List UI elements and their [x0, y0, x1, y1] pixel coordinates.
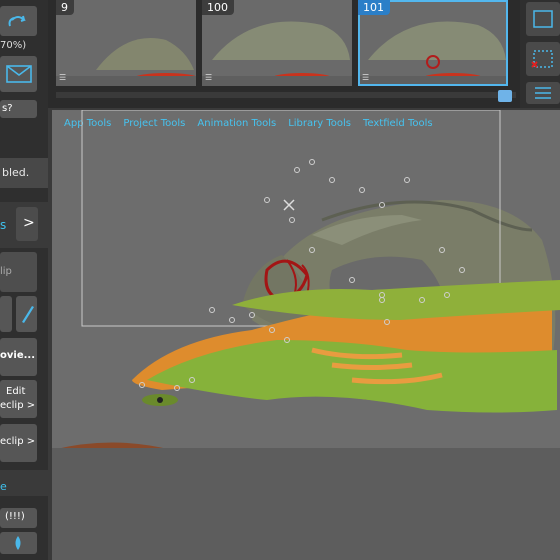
right-tool-panel: [520, 0, 560, 108]
frame-number: 101: [358, 0, 390, 15]
edit-button-line1: Edit: [6, 386, 26, 397]
section-label: e: [0, 480, 7, 493]
scroll-thumb[interactable]: [498, 90, 512, 102]
warning-text: (!!!): [5, 511, 25, 522]
envelope-button[interactable]: [0, 56, 37, 92]
next-arrow-button[interactable]: >: [16, 207, 38, 241]
align-icon: [535, 87, 551, 99]
frame-thumbnail-selected[interactable]: 101 ☰: [358, 0, 508, 86]
clip-field-text: lip: [0, 266, 12, 277]
animation-stage[interactable]: App Tools Project Tools Animation Tools …: [52, 110, 560, 560]
edit-movieclip-button[interactable]: Edit eclip >: [0, 380, 37, 418]
transform-cross: [283, 199, 295, 211]
movie-button[interactable]: ovie...: [0, 338, 37, 376]
status-strip: bled.: [0, 158, 48, 188]
movieclip-button[interactable]: eclip >: [0, 424, 37, 462]
pencil-icon: [22, 306, 34, 323]
frame-thumbnail[interactable]: 9 ☰: [56, 0, 196, 86]
left-tool-panel: 70%) s? bled. s > lip ovie... Edit eclip…: [0, 0, 48, 560]
envelope-icon: [6, 65, 32, 83]
align-button[interactable]: [526, 82, 560, 104]
bottom-tool-button[interactable]: [0, 532, 37, 554]
tab-label[interactable]: s: [0, 218, 6, 232]
droplet-icon: [15, 536, 21, 550]
delete-frame-icon: [531, 50, 553, 68]
movieclip-button-label: eclip >: [0, 436, 36, 447]
delete-button[interactable]: [0, 296, 12, 332]
frame-number: 9: [56, 0, 74, 15]
pencil-button[interactable]: [16, 296, 37, 332]
frame-icon: ☰: [205, 73, 212, 82]
undo-button[interactable]: [0, 6, 37, 36]
timeline-scrollbar[interactable]: [56, 90, 516, 102]
frame-tool-button[interactable]: [526, 2, 560, 36]
next-arrow-label: >: [23, 215, 35, 231]
delete-frame-button[interactable]: [526, 42, 560, 76]
warning-button[interactable]: (!!!): [0, 508, 37, 528]
section-strip: e: [0, 470, 48, 496]
question-label: s?: [2, 103, 13, 114]
question-button[interactable]: s?: [0, 100, 37, 118]
frame-thumbnail[interactable]: 100 ☰: [202, 0, 352, 86]
copy-icon: [533, 10, 553, 28]
frame-number: 100: [202, 0, 234, 15]
tab-strip: s >: [0, 202, 48, 248]
frame-icon: ☰: [59, 73, 66, 82]
clip-field[interactable]: lip: [0, 252, 37, 292]
edit-button-line2: eclip >: [0, 400, 36, 411]
stage-floor: [52, 448, 560, 560]
movie-button-label: ovie...: [0, 350, 35, 361]
redo-icon: [8, 15, 26, 27]
frame-preview: ☰: [56, 38, 196, 86]
frame-icon: ☰: [362, 73, 369, 82]
zoom-label: 70%): [0, 40, 27, 51]
status-text: bled.: [2, 166, 30, 179]
timeline-strip: 9 ☰ 100 ☰ 101 ☰: [48, 0, 520, 108]
